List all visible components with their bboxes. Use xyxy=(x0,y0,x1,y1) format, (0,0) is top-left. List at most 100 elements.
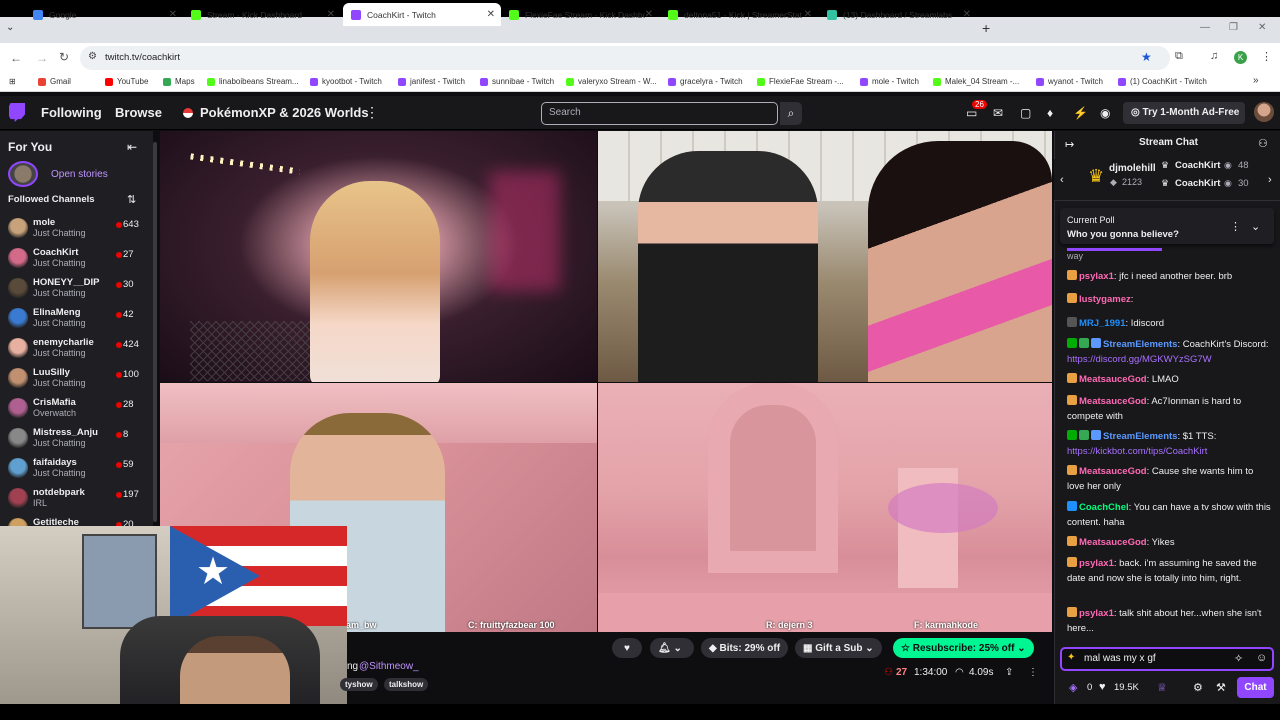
leaderboard-next-icon[interactable]: › xyxy=(1268,174,1272,186)
prime-gaming-icon[interactable]: ♕ xyxy=(1157,681,1167,694)
collapse-sidebar-icon[interactable]: ⇤ xyxy=(127,140,137,154)
browser-tab[interactable]: CoachKirt - Twitch ✕ xyxy=(343,3,501,26)
close-tab-icon[interactable]: ✕ xyxy=(804,9,812,20)
community-icon[interactable]: ⚇ xyxy=(1258,137,1268,150)
back-icon[interactable]: ← xyxy=(10,51,22,65)
bookmark-item[interactable]: Gmail xyxy=(38,77,71,86)
leaderboard-prev-icon[interactable]: ‹ xyxy=(1060,174,1064,186)
chat-link[interactable]: https://kickbot.com/tips/CoachKirt xyxy=(1067,446,1207,457)
sidebar-scrollbar[interactable] xyxy=(153,142,157,522)
close-tab-icon[interactable]: ✕ xyxy=(327,9,335,20)
poll-options-icon[interactable]: ⋮ xyxy=(1230,220,1241,233)
maximize-icon[interactable]: ❐ xyxy=(1229,22,1238,33)
chat-username[interactable]: MeatsauceGod xyxy=(1079,537,1147,548)
tag-talkshow[interactable]: talkshow xyxy=(384,678,429,691)
bookmark-item[interactable]: Malek_04 Stream -... xyxy=(933,77,1019,86)
bookmark-item[interactable]: kyootbot - Twitch xyxy=(310,77,382,86)
video-top-left[interactable] xyxy=(160,131,597,382)
chat-link[interactable]: https://discord.gg/MGKWYzSG7W xyxy=(1067,354,1212,365)
try-ad-free-button[interactable]: ◎ Try 1-Month Ad-Free xyxy=(1123,102,1245,124)
followed-channel-crismafia[interactable]: CrisMafia Overwatch 28 xyxy=(0,394,150,424)
chat-username[interactable]: MeatsauceGod xyxy=(1079,374,1147,385)
emote-picker-icon[interactable]: ☺ xyxy=(1256,652,1267,664)
bookmark-item[interactable]: gracelyra - Twitch xyxy=(668,77,743,86)
bookmark-item[interactable]: valeryxo Stream - W... xyxy=(566,77,657,86)
follow-heart-button[interactable]: ♥ xyxy=(612,638,642,658)
bookmark-item[interactable]: (1) CoachKirt - Twitch xyxy=(1118,77,1207,86)
tag-tyshow[interactable]: tyshow xyxy=(340,678,378,691)
stream-title-mention[interactable]: @Sithmeow_ xyxy=(359,661,419,672)
followed-channel-mistress_anju[interactable]: Mistress_Anju Just Chatting 8 xyxy=(0,424,150,454)
followed-channel-elinameng[interactable]: ElinaMeng Just Chatting 42 xyxy=(0,304,150,334)
poll-expand-icon[interactable]: ⌄ xyxy=(1251,220,1260,233)
mod-tools-icon[interactable]: ⚒ xyxy=(1216,681,1226,694)
media-control-icon[interactable]: ♫ xyxy=(1210,50,1218,62)
close-tab-icon[interactable]: ✕ xyxy=(169,9,177,20)
following-link[interactable]: Following xyxy=(41,105,102,120)
whispers-icon[interactable]: ▢ xyxy=(1020,106,1031,120)
video-bottom-right[interactable]: R: dejern 3 F: karmahkode xyxy=(598,383,1052,632)
more-bookmarks-icon[interactable]: » xyxy=(1253,75,1259,86)
bookmark-item[interactable]: FlexieFae Stream -... xyxy=(757,77,844,86)
bookmark-item[interactable]: YouTube xyxy=(105,77,148,86)
bookmark-item[interactable]: wyanot - Twitch xyxy=(1036,77,1103,86)
video-top-right[interactable] xyxy=(598,131,1052,382)
followed-channel-mole[interactable]: mole Just Chatting 643 xyxy=(0,214,150,244)
bookmark-item[interactable]: linaboibeans Stream... xyxy=(207,77,299,86)
more-options-icon[interactable]: ⋮ xyxy=(365,104,379,121)
browser-tab[interactable]: (13) Dashboard / Streamlabs ✕ xyxy=(819,3,977,26)
followed-channel-enemycharlie[interactable]: enemycharlie Just Chatting 424 xyxy=(0,334,150,364)
followed-channel-luusilly[interactable]: LuuSilly Just Chatting 100 xyxy=(0,364,150,394)
crown-icon[interactable]: ♦ xyxy=(1047,106,1053,120)
close-window-icon[interactable]: ✕ xyxy=(1258,22,1266,33)
sort-icon[interactable]: ⇅ xyxy=(127,193,136,206)
chat-username[interactable]: lustygamez xyxy=(1079,294,1131,305)
chat-username[interactable]: StreamElements xyxy=(1103,339,1177,350)
browser-tab[interactable]: deltona51 - Kick | StreamerStat ✕ xyxy=(660,3,818,26)
bits-icon[interactable]: ⚡ xyxy=(1073,106,1088,120)
chat-username[interactable]: psylax1 xyxy=(1079,608,1114,619)
prime-icon[interactable]: ◉ xyxy=(1100,106,1110,120)
browse-link[interactable]: Browse xyxy=(115,105,162,120)
forward-icon[interactable]: → xyxy=(36,51,48,65)
bookmark-item[interactable]: janifest - Twitch xyxy=(398,77,465,86)
chat-username[interactable]: psylax1 xyxy=(1079,558,1114,569)
browser-tab[interactable]: Stream - Kick Dashboard ✕ xyxy=(183,3,341,26)
chat-username[interactable]: MeatsauceGod xyxy=(1079,466,1147,477)
close-tab-icon[interactable]: ✕ xyxy=(487,9,495,20)
stories-avatar[interactable] xyxy=(8,161,38,187)
collapse-chat-icon[interactable]: ↦ xyxy=(1065,138,1074,151)
minimize-icon[interactable]: — xyxy=(1200,22,1210,33)
bits-cheer-icon[interactable]: ✧ xyxy=(1234,652,1243,665)
more-actions-icon[interactable]: ⋮ xyxy=(1028,667,1038,678)
user-avatar[interactable] xyxy=(1254,102,1274,122)
chat-username[interactable]: psylax1 xyxy=(1079,271,1114,282)
reload-icon[interactable]: ↻ xyxy=(59,50,69,64)
new-tab-icon[interactable]: + xyxy=(982,20,990,36)
site-info-icon[interactable]: ⚙ xyxy=(88,51,97,62)
close-tab-icon[interactable]: ✕ xyxy=(645,9,653,20)
gift-sub-button[interactable]: ▦ Gift a Sub ⌄ xyxy=(795,638,882,658)
chat-username[interactable]: MRJ_1991 xyxy=(1079,318,1125,329)
chat-settings-icon[interactable]: ⚙ xyxy=(1193,681,1203,694)
followed-channel-honeyy__dip[interactable]: HONEYY__DIP Just Chatting 30 xyxy=(0,274,150,304)
bookmark-item[interactable]: sunnibae - Twitch xyxy=(480,77,554,86)
notifications-bell-button[interactable]: 🔔︎ ⌄ xyxy=(650,638,694,658)
profile-avatar[interactable]: K xyxy=(1234,51,1247,64)
chat-username[interactable]: StreamElements xyxy=(1103,431,1177,442)
chat-username[interactable]: MeatsauceGod xyxy=(1079,396,1147,407)
resubscribe-button[interactable]: ☆ Resubscribe: 25% off ⌄ xyxy=(893,638,1034,658)
bookmark-star-icon[interactable]: ★ xyxy=(1141,50,1152,64)
bits-offer-button[interactable]: ◆ Bits: 29% off xyxy=(701,638,789,658)
search-button[interactable]: ⌕ xyxy=(780,102,802,125)
browser-tab[interactable]: FlexieFae Stream - Kick Dashboar ✕ xyxy=(501,3,659,26)
chrome-menu-icon[interactable]: ⋮ xyxy=(1261,50,1272,63)
address-bar[interactable] xyxy=(80,46,1170,70)
pokemon-promo-link[interactable]: PokémonXP & 2026 Worlds xyxy=(200,105,369,120)
browser-tab[interactable]: Google ✕ xyxy=(25,3,183,26)
extensions-icon[interactable]: ⧉ xyxy=(1175,50,1183,63)
tab-search-icon[interactable]: ⌄ xyxy=(6,22,14,33)
bookmark-item[interactable]: mole - Twitch xyxy=(860,77,919,86)
followed-channel-coachkirt[interactable]: CoachKirt Just Chatting 27 xyxy=(0,244,150,274)
chat-send-button[interactable]: Chat xyxy=(1237,677,1274,698)
